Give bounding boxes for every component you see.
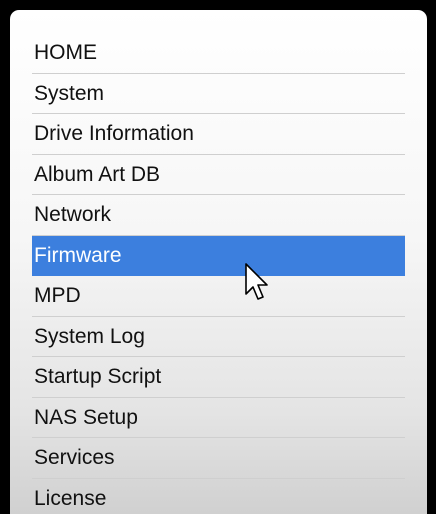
menu-item-album-art-db[interactable]: Album Art DB <box>32 155 405 195</box>
menu-item-license[interactable]: License <box>32 479 405 514</box>
menu-item-services[interactable]: Services <box>32 438 405 479</box>
navigation-menu: HOME System Drive Information Album Art … <box>32 33 405 514</box>
menu-item-system[interactable]: System <box>32 74 405 114</box>
menu-item-mpd[interactable]: MPD <box>32 276 405 317</box>
menu-item-firmware[interactable]: Firmware <box>32 235 405 276</box>
menu-item-system-log[interactable]: System Log <box>32 317 405 357</box>
menu-item-nas-setup[interactable]: NAS Setup <box>32 398 405 438</box>
navigation-menu-panel: HOME System Drive Information Album Art … <box>10 10 427 514</box>
menu-item-home[interactable]: HOME <box>32 33 405 74</box>
menu-item-startup-script[interactable]: Startup Script <box>32 357 405 398</box>
menu-item-network[interactable]: Network <box>32 195 405 236</box>
menu-item-drive-information[interactable]: Drive Information <box>32 114 405 155</box>
mouse-pointer-icon <box>245 263 268 300</box>
